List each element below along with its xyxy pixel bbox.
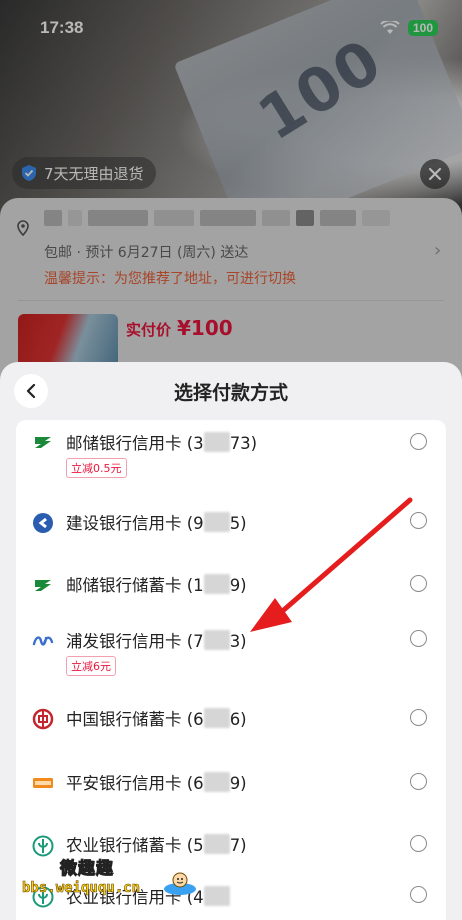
bank-name: 农业银行信用卡 (4	[66, 884, 230, 908]
payment-option-spdb-credit[interactable]: 浦发银行信用卡 (7 3) 立减6元	[16, 628, 446, 688]
radio-button[interactable]	[410, 835, 427, 852]
radio-button[interactable]	[410, 709, 427, 726]
masked-digits	[203, 512, 230, 532]
psbc-logo-icon	[35, 580, 51, 591]
radio-button[interactable]	[410, 886, 427, 903]
payment-option-abc-debit[interactable]: 农业银行储蓄卡 (5 7)	[16, 832, 446, 876]
masked-digits	[203, 432, 230, 452]
bank-name: 建设银行信用卡 (9 5)	[66, 512, 247, 533]
abc-logo-icon	[32, 886, 54, 908]
spdb-logo-icon	[32, 636, 54, 646]
bank-name: 浦发银行信用卡 (7 3)	[66, 630, 247, 651]
psbc-logo-icon	[35, 437, 51, 448]
screen: 100 17:38 100 7天无理由退货 包邮 · 预计 6月27日 (周六)…	[0, 0, 462, 920]
masked-digits	[203, 574, 230, 594]
payment-option-ccb-credit[interactable]: 建设银行信用卡 (9 5)	[16, 510, 446, 554]
masked-digits	[203, 772, 230, 792]
abc-logo-icon	[32, 835, 54, 857]
ccb-logo-icon	[33, 513, 53, 533]
radio-button[interactable]	[410, 773, 427, 790]
bank-name: 邮储银行储蓄卡 (1 9)	[66, 574, 247, 595]
payment-option-psbc-credit[interactable]: 邮储银行信用卡 (3 73) 立减0.5元	[16, 428, 446, 486]
bank-name: 中国银行储蓄卡 (6 6)	[66, 708, 247, 729]
payment-option-psbc-debit[interactable]: 邮储银行储蓄卡 (1 9)	[16, 572, 446, 616]
bank-name: 邮储银行信用卡 (3 73)	[66, 432, 258, 453]
radio-button[interactable]	[410, 575, 427, 592]
bank-name: 农业银行储蓄卡 (5 7)	[66, 834, 247, 855]
bank-name: 平安银行信用卡 (6 9)	[66, 772, 247, 793]
radio-button[interactable]	[410, 512, 427, 529]
masked-digits	[203, 834, 230, 854]
payment-method-sheet: 选择付款方式 邮储银行信用卡 (3 73) 立减0.5元 建设银行信用卡 (9 5)	[0, 362, 462, 920]
masked-digits	[203, 708, 230, 728]
payment-option-pingan-credit[interactable]: 平安银行信用卡 (6 9)	[16, 770, 446, 814]
payment-option-boc-debit[interactable]: 中国银行储蓄卡 (6 6)	[16, 706, 446, 750]
masked-digits	[203, 630, 230, 650]
discount-tag: 立减6元	[66, 656, 116, 676]
payment-method-list: 邮储银行信用卡 (3 73) 立减0.5元 建设银行信用卡 (9 5) 邮储银行储蓄…	[16, 420, 446, 920]
boc-logo-icon	[32, 708, 54, 730]
masked-digits	[203, 886, 230, 906]
radio-button[interactable]	[410, 630, 427, 647]
pingan-logo-icon	[33, 778, 53, 788]
radio-button[interactable]	[410, 433, 427, 450]
payment-option-abc-credit[interactable]: 农业银行信用卡 (4	[16, 882, 446, 920]
payment-header: 选择付款方式	[0, 362, 462, 420]
discount-tag: 立减0.5元	[66, 458, 127, 478]
payment-title: 选择付款方式	[173, 382, 288, 404]
